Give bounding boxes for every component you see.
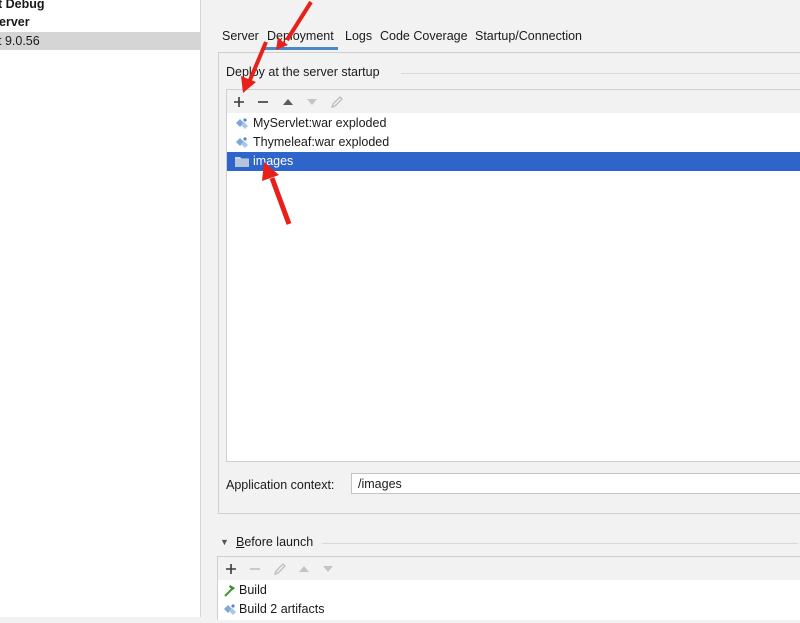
before-launch-list[interactable]: Build Build 2 artifacts [217,580,800,620]
arrow-up-icon[interactable] [278,92,298,112]
list-item[interactable]: MyServlet:war exploded [227,114,800,133]
plus-icon[interactable] [221,559,241,579]
list-item-label: Build [239,583,267,597]
chevron-down-icon[interactable]: ▼ [220,537,229,547]
arrow-down-icon[interactable] [318,559,338,579]
artifact-icon [222,602,238,617]
tree-item-debug[interactable]: t Debug [0,0,200,13]
list-item-label: images [253,154,294,168]
tab-startup-connection[interactable]: Startup/Connection [471,24,586,48]
folder-icon [234,154,250,169]
deploy-toolbar [226,89,800,115]
deployment-list[interactable]: MyServlet:war exploded Thymeleaf:war exp… [226,113,800,462]
hammer-icon [222,583,238,598]
arrow-down-icon[interactable] [302,92,322,112]
tree-item-server[interactable]: erver [0,13,200,31]
application-context-label: Application context: [226,478,335,492]
tree-item-tomcat[interactable]: t 9.0.56 [0,32,200,50]
list-item[interactable]: Thymeleaf:war exploded [227,133,800,152]
arrow-up-icon[interactable] [294,559,314,579]
tab-logs[interactable]: Logs [341,24,376,48]
tree-item-label: erver [0,15,30,29]
config-tabs: Server Deployment Logs Code Coverage Sta… [201,24,800,50]
application-context-input[interactable] [351,473,800,494]
list-item-label: MyServlet:war exploded [253,116,387,130]
artifact-icon [234,135,250,150]
section-divider [322,543,798,544]
list-item-selected[interactable]: images [227,152,800,171]
tree-item-label: t 9.0.56 [0,34,40,48]
run-config-tree: t Debug erver t 9.0.56 [0,0,201,617]
pencil-icon[interactable] [327,92,347,112]
list-item-label: Thymeleaf:war exploded [253,135,390,149]
minus-icon[interactable] [245,559,265,579]
group-divider [401,73,800,74]
tab-server[interactable]: Server [218,24,263,48]
list-item-label: Build 2 artifacts [239,602,325,616]
tree-item-label: t Debug [0,0,45,11]
deploy-group-title: Deploy at the server startup [226,65,384,79]
before-launch-toolbar [217,556,800,582]
minus-icon[interactable] [253,92,273,112]
deploy-group: Deploy at the server startup MyServlet:w… [218,52,800,514]
tab-deployment[interactable]: Deployment [263,24,338,50]
before-launch-header[interactable]: ▼ Before launch [218,535,798,553]
artifact-icon [234,116,250,131]
tab-code-coverage[interactable]: Code Coverage [376,24,472,48]
config-panel: Server Deployment Logs Code Coverage Sta… [201,0,800,620]
pencil-icon[interactable] [270,559,290,579]
plus-icon[interactable] [229,92,249,112]
before-launch-label: Before launch [236,535,314,549]
